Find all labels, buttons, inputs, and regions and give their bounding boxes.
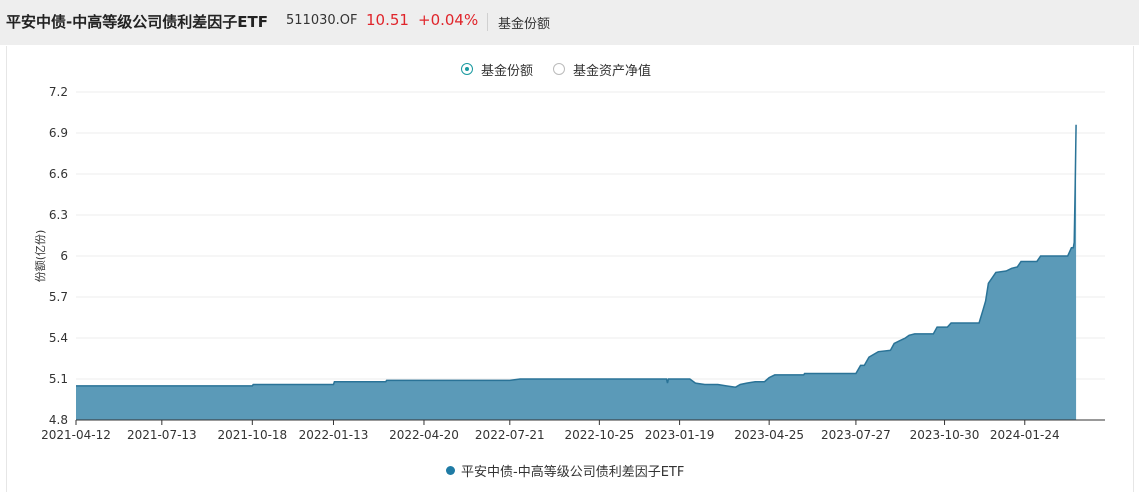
fund-name: 平安中债-中高等级公司债利差因子ETF — [6, 13, 268, 31]
toggle-fund-shares-label: 基金份额 — [481, 63, 534, 79]
title-bar: 平安中债-中高等级公司债利差因子ETF 511030.OF 10.51 +0.0… — [0, 0, 1139, 45]
fund-code: 511030.OF — [286, 13, 358, 28]
tab-fund-shares[interactable]: 基金份额 — [498, 13, 550, 32]
nav-value: 10.51 — [366, 11, 409, 29]
metric-toggle: 基金份额 基金资产净值 — [461, 60, 651, 79]
radio-unchecked-icon[interactable] — [553, 63, 566, 75]
nav-change: +0.04% — [418, 11, 479, 29]
toggle-net-assets[interactable]: 基金资产净值 — [553, 60, 651, 79]
radio-checked-icon[interactable] — [461, 63, 473, 75]
legend[interactable]: 平安中债-中高等级公司债利差因子ETF — [446, 461, 684, 480]
divider — [487, 13, 488, 31]
legend-series-label: 平安中债-中高等级公司债利差因子ETF — [461, 465, 685, 480]
chart-panel — [6, 46, 1134, 492]
toggle-fund-shares[interactable]: 基金份额 — [461, 60, 533, 79]
toggle-net-assets-label: 基金资产净值 — [573, 63, 652, 79]
legend-marker-icon — [446, 466, 455, 475]
